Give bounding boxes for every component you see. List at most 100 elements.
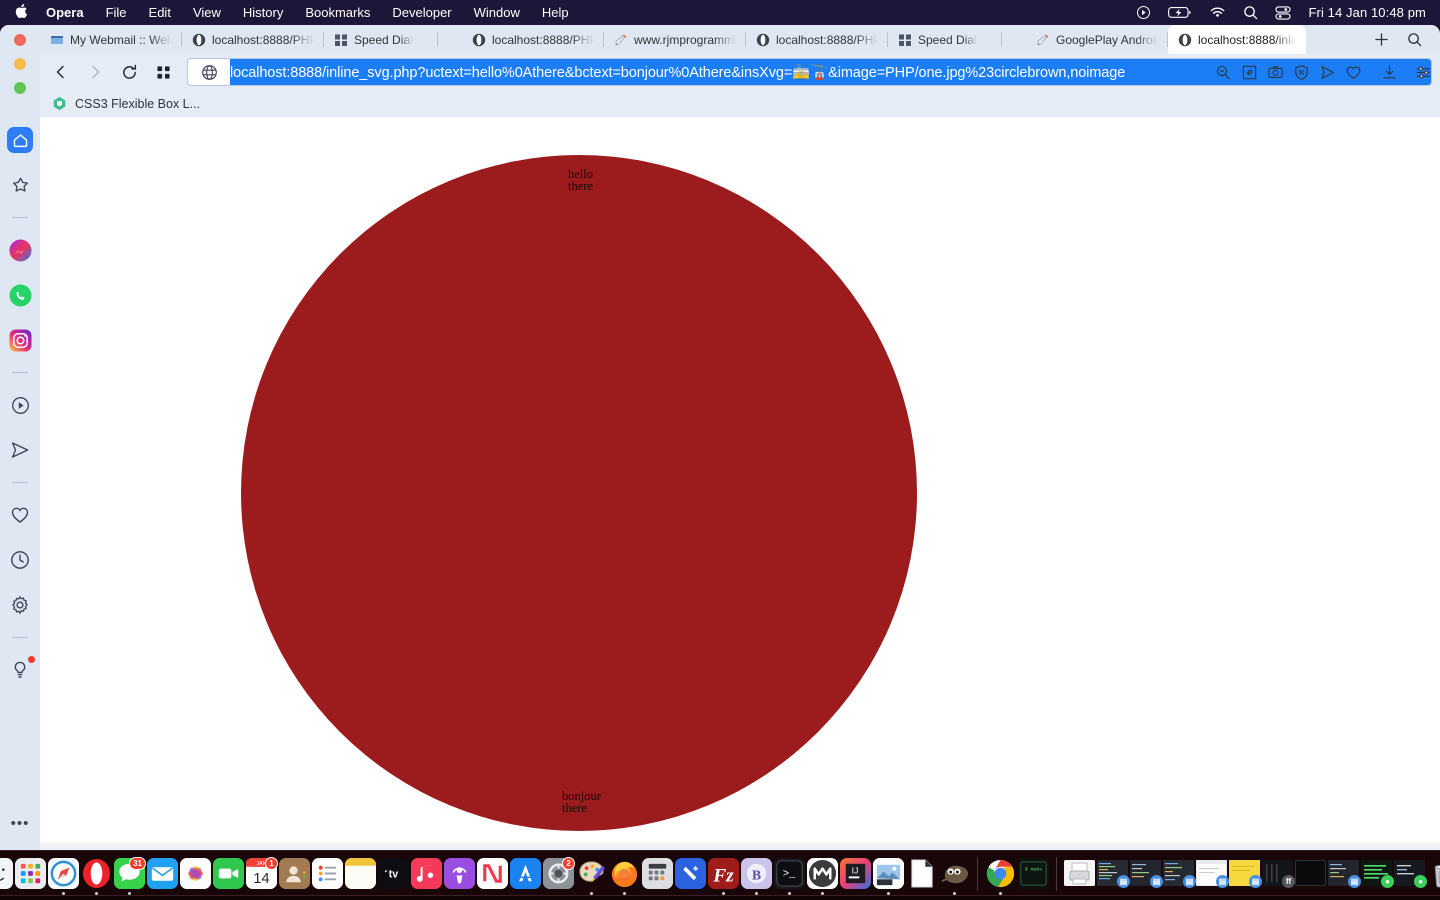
tab-rjmprogramming[interactable]: www.rjmprogramming [604, 25, 746, 54]
minimized-black-window[interactable] [1295, 860, 1326, 895]
dock-app-terminal-green[interactable]: $ make [1018, 858, 1049, 895]
sidebar-item-tips[interactable] [7, 656, 35, 683]
dock-app-appletv[interactable]: tv [378, 858, 409, 895]
apple-logo-icon[interactable] [14, 3, 28, 22]
control-center-icon[interactable] [1275, 5, 1292, 20]
battery-charging-icon[interactable] [1168, 6, 1192, 19]
menu-item-edit[interactable]: Edit [149, 5, 171, 20]
minimized-green-code-window-2[interactable]: ● [1394, 860, 1427, 895]
forward-button[interactable] [78, 58, 112, 86]
dock-app-launchpad[interactable] [15, 858, 46, 895]
tab-speed-dial-2[interactable]: Speed Dial [888, 25, 1002, 54]
dock-app-music[interactable] [411, 858, 442, 895]
minimized-code-window-4[interactable]: ▤ [1328, 860, 1361, 895]
minimized-green-code-window-1[interactable]: ● [1361, 860, 1394, 895]
dock-app-bbedit[interactable]: B [741, 858, 772, 895]
menu-item-help[interactable]: Help [542, 5, 569, 20]
reload-button[interactable] [112, 58, 146, 86]
menu-item-history[interactable]: History [243, 5, 283, 20]
sidebar-item-home[interactable] [7, 127, 33, 153]
dock-app-reminders[interactable] [312, 858, 343, 895]
dock-app-firefox[interactable] [609, 858, 640, 895]
new-tab-button[interactable] [1374, 32, 1389, 47]
sidebar-item-favorites[interactable] [7, 172, 33, 198]
easy-setup-icon[interactable] [1410, 58, 1436, 86]
minimized-white-doc-window[interactable]: ▤ [1195, 859, 1229, 895]
tab-googleplay-androidapps[interactable]: GooglePlay AndroidAp [1026, 25, 1168, 54]
minimized-yellow-note-window[interactable]: ▤ [1229, 860, 1262, 895]
menu-item-file[interactable]: File [106, 5, 127, 20]
menu-item-view[interactable]: View [193, 5, 221, 20]
tab-localhost-inline-svg-active[interactable]: localhost:8888/inline_ [1168, 25, 1306, 54]
ad-block-shield-icon[interactable] [1288, 58, 1314, 86]
dock-app-gimp[interactable] [939, 858, 970, 895]
minimized-dark-window[interactable]: ff [1262, 860, 1295, 895]
sidebar-item-messenger[interactable] [7, 237, 33, 263]
minimized-printer-window[interactable] [1064, 860, 1095, 895]
bookmark-css3-flexible-box[interactable]: CSS3 Flexible Box L... [52, 96, 200, 111]
close-window-button[interactable] [14, 34, 26, 46]
sidebar-item-whatsapp[interactable] [7, 282, 33, 308]
tab-localhost-php-in[interactable]: localhost:8888/PHP/in [746, 25, 888, 54]
minimized-code-window-1[interactable]: ▤ [1097, 860, 1130, 895]
tab-speed-dial-1[interactable]: Speed Dial [324, 25, 438, 54]
dock-app-finder[interactable] [0, 858, 13, 895]
dock-app-calendar[interactable]: JAN 14 1 [246, 857, 278, 895]
wifi-icon[interactable] [1209, 6, 1226, 19]
dock-app-opera[interactable] [81, 858, 112, 895]
maximize-window-button[interactable] [14, 82, 26, 94]
tab-my-webmail[interactable]: My Webmail :: Welcom [40, 25, 182, 54]
sidebar-item-instagram[interactable] [7, 327, 33, 353]
dock-app-contacts[interactable] [279, 858, 310, 895]
menu-item-developer[interactable]: Developer [392, 5, 451, 20]
play-circle-icon[interactable] [1136, 5, 1151, 20]
dock-app-news[interactable] [477, 858, 508, 895]
dock-app-preview[interactable] [873, 858, 904, 895]
dock-app-messages[interactable]: 31 [114, 857, 146, 895]
minimize-window-button[interactable] [14, 58, 26, 70]
dock-app-intellij-idea[interactable]: IJ [840, 858, 871, 895]
pin-bookmark-icon[interactable] [1236, 58, 1262, 86]
menubar-clock[interactable]: Fri 14 Jan 10:48 pm [1308, 5, 1426, 20]
sidebar-item-history[interactable] [7, 547, 33, 573]
heart-favorite-icon[interactable] [1340, 58, 1366, 86]
dock-app-paintbrush[interactable] [576, 858, 607, 895]
dock-app-mamp[interactable] [807, 858, 838, 895]
dock-app-facetime[interactable] [213, 858, 244, 895]
dock-app-mail[interactable] [147, 858, 178, 895]
dock-app-appstore[interactable] [510, 858, 541, 895]
tab-search-button[interactable] [1407, 32, 1422, 47]
page-zoom-out-icon[interactable] [1210, 58, 1236, 86]
minimized-code-window-2[interactable]: ▤ [1130, 860, 1163, 895]
sidebar-item-player[interactable] [7, 392, 33, 418]
tab-localhost-php-c-2[interactable]: localhost:8888/PHP/c [462, 25, 604, 54]
menu-item-window[interactable]: Window [474, 5, 520, 20]
sidebar-item-settings[interactable] [7, 592, 33, 618]
dock-app-notes[interactable] [345, 858, 376, 895]
dock-app-textedit[interactable] [906, 858, 937, 895]
tab-localhost-php-c-1[interactable]: localhost:8888/PHP/c [182, 25, 324, 54]
dock-app-chrome[interactable] [985, 858, 1016, 895]
dock-app-podcasts[interactable] [444, 858, 475, 895]
snapshot-camera-icon[interactable] [1262, 58, 1288, 86]
speed-dial-button[interactable] [146, 58, 180, 86]
send-flow-icon[interactable] [1314, 58, 1340, 86]
dock-app-xcode[interactable] [675, 858, 706, 895]
minimized-code-window-3[interactable]: ▤ [1163, 860, 1196, 895]
dock-app-system-settings[interactable]: 2 [543, 857, 575, 895]
globe-icon[interactable] [188, 64, 230, 81]
dock-app-photos[interactable] [180, 858, 211, 895]
sidebar-item-telegram[interactable] [7, 437, 33, 463]
dock-app-safari[interactable] [48, 858, 79, 895]
search-icon[interactable] [1243, 5, 1258, 20]
dock-app-filezilla[interactable]: Fz [708, 858, 739, 895]
sidebar-item-heart[interactable] [7, 502, 33, 528]
downloads-icon[interactable] [1376, 58, 1402, 86]
dock-trash[interactable] [1427, 858, 1440, 895]
menu-item-bookmarks[interactable]: Bookmarks [305, 5, 370, 20]
menu-item-opera[interactable]: Opera [46, 5, 84, 20]
dock-app-terminal[interactable]: >_ [774, 858, 805, 895]
sidebar-more-button[interactable]: ••• [0, 815, 40, 832]
back-button[interactable] [44, 58, 78, 86]
dock-app-calculator[interactable] [642, 858, 673, 895]
